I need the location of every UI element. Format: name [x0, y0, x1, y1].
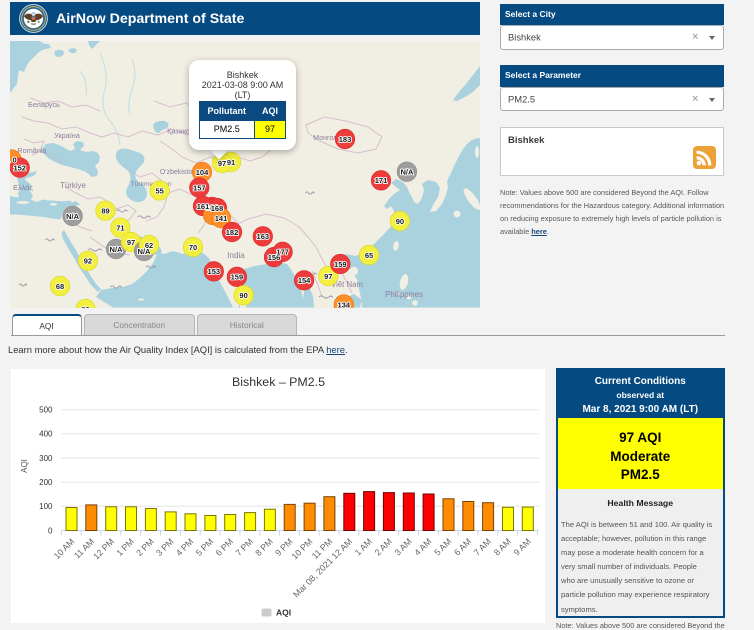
svg-text:104: 104 — [196, 168, 209, 177]
svg-text:400: 400 — [39, 430, 53, 439]
svg-text:2 AM: 2 AM — [373, 536, 394, 557]
svg-text:Bishkek – PM2.5: Bishkek – PM2.5 — [232, 375, 325, 389]
svg-text:12 PM: 12 PM — [91, 536, 116, 561]
svg-text:168: 168 — [211, 204, 224, 213]
svg-text:7 PM: 7 PM — [233, 536, 255, 558]
svg-text:97: 97 — [127, 238, 135, 247]
svg-text:9 AM: 9 AM — [511, 536, 532, 557]
svg-text:163: 163 — [257, 232, 270, 241]
svg-text:100: 100 — [39, 502, 53, 511]
svg-text:161: 161 — [197, 202, 210, 211]
svg-text:55: 55 — [156, 186, 164, 195]
svg-text:1 PM: 1 PM — [114, 536, 136, 558]
svg-text:154: 154 — [298, 276, 311, 285]
svg-text:6 AM: 6 AM — [452, 536, 473, 557]
svg-text:8 PM: 8 PM — [253, 536, 275, 558]
svg-text:183: 183 — [339, 135, 352, 144]
svg-text:70: 70 — [189, 243, 197, 252]
svg-text:N/A: N/A — [110, 245, 124, 254]
svg-text:N/A: N/A — [66, 212, 80, 221]
svg-text:Беларусь: Беларусь — [28, 100, 60, 109]
svg-text:AQI: AQI — [20, 459, 29, 473]
svg-text:159: 159 — [231, 273, 244, 282]
svg-text:5 PM: 5 PM — [194, 536, 216, 558]
svg-text:90: 90 — [239, 291, 247, 300]
svg-text:O'zbekiston: O'zbekiston — [160, 169, 196, 176]
svg-text:4 AM: 4 AM — [412, 536, 433, 557]
svg-text:Philippines: Philippines — [385, 290, 423, 299]
svg-text:N/A: N/A — [400, 168, 414, 177]
svg-text:71: 71 — [116, 224, 124, 233]
svg-text:152: 152 — [13, 163, 26, 172]
svg-text:68: 68 — [56, 282, 64, 291]
svg-text:2 PM: 2 PM — [134, 536, 156, 558]
svg-text:5 AM: 5 AM — [432, 536, 453, 557]
svg-text:6 PM: 6 PM — [214, 536, 236, 558]
svg-text:3 PM: 3 PM — [154, 536, 176, 558]
svg-text:153: 153 — [208, 267, 221, 276]
svg-text:92: 92 — [84, 257, 92, 266]
svg-text:500: 500 — [39, 406, 53, 415]
svg-text:159: 159 — [334, 260, 347, 269]
svg-text:India: India — [227, 251, 245, 260]
svg-text:8 AM: 8 AM — [492, 536, 513, 557]
svg-text:90: 90 — [396, 217, 404, 226]
svg-text:Ελλάς: Ελλάς — [13, 183, 33, 192]
svg-text:1 AM: 1 AM — [353, 536, 374, 557]
svg-text:177: 177 — [276, 248, 289, 257]
svg-text:97: 97 — [324, 272, 332, 281]
svg-text:200: 200 — [39, 478, 53, 487]
svg-text:Türkiye: Türkiye — [60, 181, 86, 190]
svg-text:AQI: AQI — [276, 608, 291, 618]
svg-text:România: România — [17, 146, 47, 155]
svg-text:97: 97 — [218, 159, 226, 168]
svg-text:4 PM: 4 PM — [174, 536, 196, 558]
svg-text:300: 300 — [39, 454, 53, 463]
svg-text:89: 89 — [101, 207, 109, 216]
svg-text:141: 141 — [215, 214, 228, 223]
svg-text:62: 62 — [145, 241, 153, 250]
svg-text:90: 90 — [81, 305, 89, 308]
svg-text:Україна: Україна — [54, 131, 81, 140]
svg-text:10 PM: 10 PM — [289, 536, 314, 561]
svg-text:157: 157 — [193, 183, 206, 192]
svg-text:134: 134 — [338, 300, 351, 308]
svg-text:7 AM: 7 AM — [472, 536, 493, 557]
svg-text:0: 0 — [48, 526, 53, 535]
svg-text:91: 91 — [227, 158, 235, 167]
svg-text:65: 65 — [365, 251, 373, 260]
svg-text:10 AM: 10 AM — [52, 536, 77, 561]
svg-text:182: 182 — [226, 228, 239, 237]
svg-text:171: 171 — [375, 176, 388, 185]
svg-text:3 AM: 3 AM — [392, 536, 413, 557]
